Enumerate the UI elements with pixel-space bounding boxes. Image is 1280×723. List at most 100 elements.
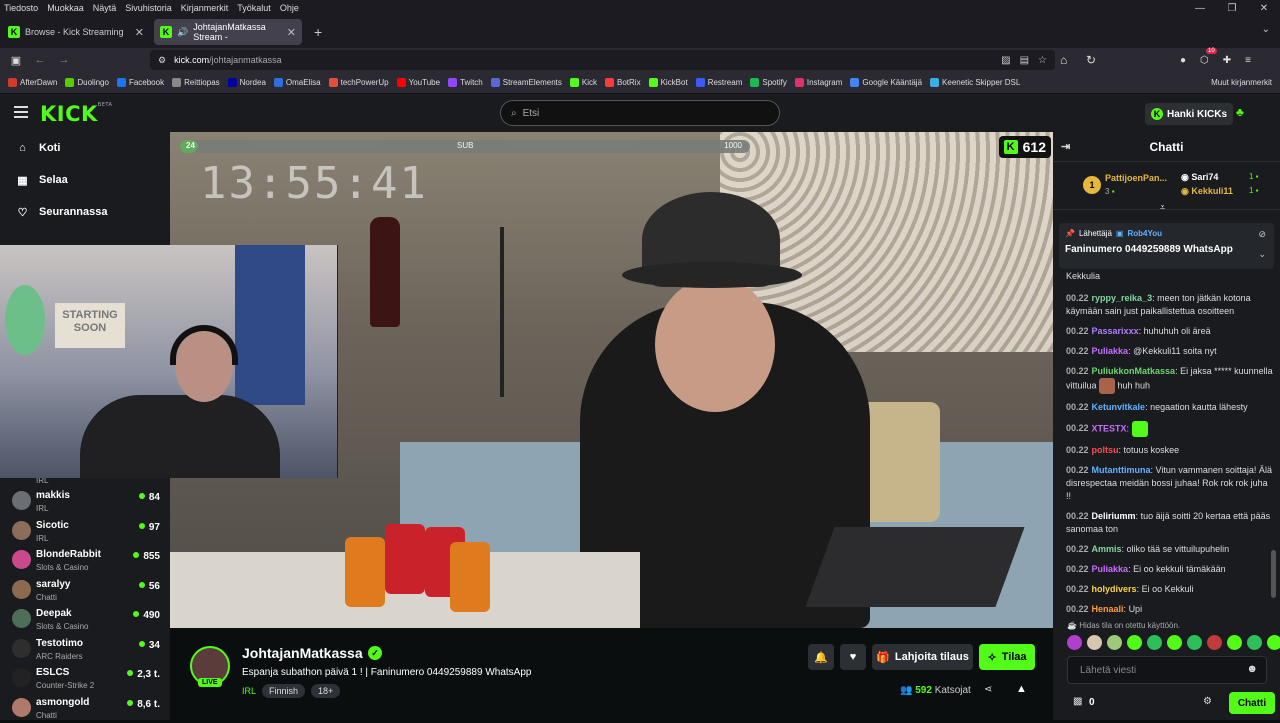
sidebar-channel[interactable]: makkis IRL 84 xyxy=(8,487,163,516)
message-user[interactable]: PuliukkonMatkassa xyxy=(1092,366,1176,376)
picture-icon[interactable]: ▨ xyxy=(1001,55,1010,66)
bookmark-omaelisa[interactable]: OmaElisa xyxy=(273,78,321,87)
home-icon[interactable]: ⌂ xyxy=(1060,53,1067,67)
reader-icon[interactable]: ▤ xyxy=(1020,55,1029,66)
user-avatar-icon[interactable]: ♣ xyxy=(1236,105,1250,121)
expand-leaderboard-icon[interactable]: ⩡ xyxy=(1160,202,1165,213)
collapse-chat-icon[interactable]: ⇥ xyxy=(1061,140,1070,153)
bookmark-nordea[interactable]: Nordea xyxy=(227,78,266,87)
bookmark-restream[interactable]: Restream xyxy=(695,78,742,87)
bookmark-star-icon[interactable]: ☆ xyxy=(1038,55,1047,66)
sidebar-channel[interactable]: Deepak Slots & Casino 490 xyxy=(8,605,163,634)
emote-icon[interactable] xyxy=(1127,635,1142,650)
menu-help[interactable]: Ohje xyxy=(280,3,299,13)
get-kicks-button[interactable]: K Hanki KICKs xyxy=(1145,103,1234,125)
bookmark-botrix[interactable]: BotRix xyxy=(605,78,641,87)
chat-settings-icon[interactable]: ⚙ xyxy=(1203,696,1212,707)
bookmark-google-k-nt-j-[interactable]: Google Kääntäjä xyxy=(850,78,922,87)
message-user[interactable]: Deliriumm xyxy=(1092,511,1136,521)
message-user[interactable]: XTESTX xyxy=(1092,423,1127,433)
sidebar-toggle-icon[interactable]: ▣ xyxy=(4,54,28,67)
message-user[interactable]: ryppy_reika_3 xyxy=(1092,293,1153,303)
subscribe-button[interactable]: ✧ Tilaa xyxy=(979,644,1035,670)
share-icon[interactable]: ⋖ xyxy=(984,684,992,695)
nav-selaa[interactable]: ▦ Selaa xyxy=(0,164,170,196)
streamer-name[interactable]: JohtajanMatkassa xyxy=(242,645,363,661)
emote-icon[interactable] xyxy=(1187,635,1202,650)
report-icon[interactable]: ▲ xyxy=(1016,683,1027,695)
menu-history[interactable]: Sivuhistoria xyxy=(125,3,172,13)
sidebar-channel[interactable]: ESLCS Counter-Strike 2 2,3 t. xyxy=(8,664,163,693)
tag-age[interactable]: 18+ xyxy=(311,684,341,698)
chat-input[interactable]: Lähetä viesti ☻ xyxy=(1067,656,1267,684)
emote-icon[interactable] xyxy=(1147,635,1162,650)
hamburger-menu-icon[interactable] xyxy=(14,106,28,118)
bookmark-keenetic-skipper-dsl[interactable]: Keenetic Skipper DSL xyxy=(930,78,1020,87)
follow-heart-button[interactable]: ♥ xyxy=(840,644,866,670)
leader-2-name[interactable]: ◉ Sari74 xyxy=(1181,172,1218,183)
bookmark-kick[interactable]: Kick xyxy=(569,78,597,87)
sidebar-channel[interactable]: asmongold Chatti 8,6 t. xyxy=(8,694,163,723)
message-user[interactable]: Mutanttimuna xyxy=(1092,465,1151,475)
message-user[interactable]: Passarixxx xyxy=(1092,326,1139,336)
message-user[interactable]: Ketunvitkale xyxy=(1092,402,1146,412)
message-user[interactable]: Puliakka xyxy=(1092,564,1129,574)
extension-icon[interactable]: ⬡ 10 xyxy=(1200,47,1217,66)
search-input[interactable]: ⌕ Etsi xyxy=(500,100,780,126)
bookmark-instagram[interactable]: Instagram xyxy=(794,78,842,87)
nav-seurannassa[interactable]: ♡ Seurannassa xyxy=(0,196,170,228)
menu-view[interactable]: Näytä xyxy=(93,3,117,13)
new-tab-icon[interactable]: + xyxy=(306,24,330,40)
emote-icon[interactable] xyxy=(1207,635,1222,650)
sidebar-channel[interactable]: Testotimo ARC Raiders 34 xyxy=(8,635,163,664)
back-icon[interactable]: ← xyxy=(28,54,52,66)
other-bookmarks[interactable]: Muut kirjanmerkit xyxy=(1211,78,1272,87)
bookmark-spotify[interactable]: Spotify xyxy=(750,78,787,87)
emote-icon[interactable] xyxy=(1167,635,1182,650)
close-tab-icon[interactable]: ✕ xyxy=(135,26,144,39)
tab-johtajanmatkassa[interactable]: K 🔊 JohtajanMatkassa Stream - ✕ xyxy=(154,19,302,45)
bookmark-kickbot[interactable]: KickBot xyxy=(648,78,688,87)
message-user[interactable]: Henaali xyxy=(1092,604,1124,614)
minimize-icon[interactable]: — xyxy=(1184,3,1216,14)
sidebar-channel[interactable]: Sicotic IRL 97 xyxy=(8,517,163,546)
bookmark-facebook[interactable]: Facebook xyxy=(116,78,164,87)
message-user[interactable]: Puliakka xyxy=(1092,346,1129,356)
restore-icon[interactable]: ❐ xyxy=(1216,3,1248,14)
address-bar[interactable]: ⚙ kick.com/johtajanmatkassa ▨ ▤ ☆ xyxy=(150,50,1055,70)
extensions-puzzle-icon[interactable]: ✚ xyxy=(1223,55,1231,66)
emote-icon[interactable] xyxy=(1247,635,1262,650)
tab-browse-kick[interactable]: K Browse - Kick Streaming ✕ xyxy=(2,19,150,45)
menu-bookmarks[interactable]: Kirjanmerkit xyxy=(181,3,229,13)
close-window-icon[interactable]: ✕ xyxy=(1248,3,1280,14)
kick-logo[interactable]: KICKBETA xyxy=(40,102,112,126)
forward-icon[interactable]: → xyxy=(52,54,76,66)
close-tab-icon[interactable]: ✕ xyxy=(287,26,296,39)
message-user[interactable]: Ammis xyxy=(1092,544,1122,554)
bookmark-techpowerup[interactable]: techPowerUp xyxy=(328,78,389,87)
tag-language[interactable]: Finnish xyxy=(262,684,306,698)
send-chat-button[interactable]: Chatti xyxy=(1229,692,1275,714)
emote-icon[interactable] xyxy=(1087,635,1102,650)
bookmark-reittiopas[interactable]: Reittiopas xyxy=(172,78,220,87)
emoji-icon[interactable]: ☻ xyxy=(1246,663,1258,675)
emote-icon[interactable] xyxy=(1107,635,1122,650)
message-user[interactable]: holydivers xyxy=(1092,584,1137,594)
menu-hamburger-icon[interactable]: ≡ xyxy=(1245,55,1251,66)
bookmark-duolingo[interactable]: Duolingo xyxy=(65,78,109,87)
notification-bell-button[interactable]: 🔔 xyxy=(808,644,834,670)
menu-file[interactable]: Tiedosto xyxy=(4,3,38,13)
bookmark-twitch[interactable]: Twitch xyxy=(448,78,483,87)
gift-sub-button[interactable]: 🎁 Lahjoita tilaus xyxy=(872,644,973,670)
emote-icon[interactable] xyxy=(1067,635,1082,650)
unpin-icon[interactable]: ⊘ xyxy=(1258,229,1266,240)
tab-list-chevron-icon[interactable]: ⌄ xyxy=(1262,24,1270,35)
menu-edit[interactable]: Muokkaa xyxy=(47,3,84,13)
menu-tools[interactable]: Työkalut xyxy=(237,3,271,13)
speaker-icon[interactable]: 🔊 xyxy=(177,27,188,38)
emote-icon[interactable] xyxy=(1267,635,1280,650)
account-icon[interactable]: ● xyxy=(1180,55,1186,66)
bookmark-streamelements[interactable]: StreamElements xyxy=(490,78,562,87)
leader-3-name[interactable]: ◉ Kekkuli11 xyxy=(1181,186,1233,197)
site-info-icon[interactable]: ⚙ xyxy=(158,55,166,66)
